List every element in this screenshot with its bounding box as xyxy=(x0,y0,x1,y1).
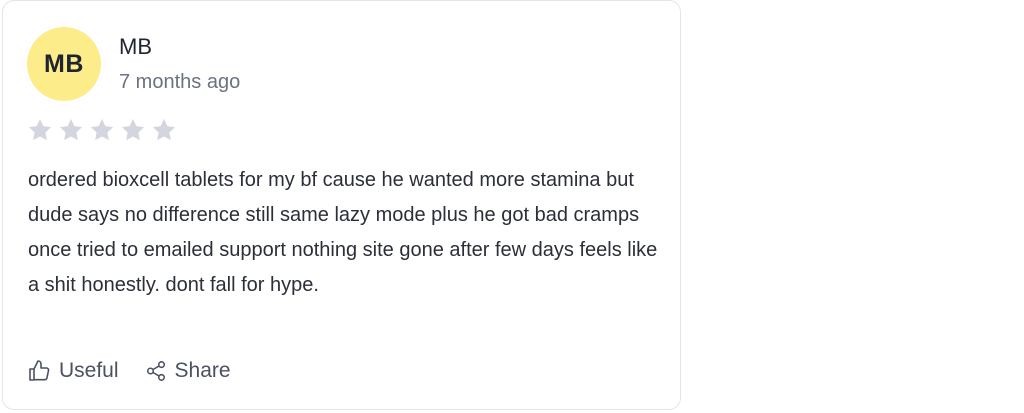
review-text: ordered bioxcell tablets for my bf cause… xyxy=(28,169,658,296)
star-rating xyxy=(27,117,177,143)
review-actions: Useful Share xyxy=(27,359,231,383)
review-card: MB MB 7 months ago ordered bioxcell tabl… xyxy=(2,0,681,410)
star-icon xyxy=(28,118,52,141)
star-icon xyxy=(152,118,176,141)
thumbs-up-icon xyxy=(29,360,50,381)
review-author[interactable]: MB xyxy=(119,34,152,60)
useful-button[interactable]: Useful xyxy=(27,359,119,383)
star-icon xyxy=(59,118,83,141)
star-icon xyxy=(121,118,145,141)
useful-label: Useful xyxy=(59,359,119,382)
review-time: 7 months ago xyxy=(119,71,241,93)
share-label: Share xyxy=(174,359,231,382)
star-icon xyxy=(90,118,114,141)
avatar-initials: MB xyxy=(44,49,84,78)
share-button[interactable]: Share xyxy=(145,359,231,383)
share-icon xyxy=(146,361,165,381)
avatar: MB xyxy=(27,27,101,101)
